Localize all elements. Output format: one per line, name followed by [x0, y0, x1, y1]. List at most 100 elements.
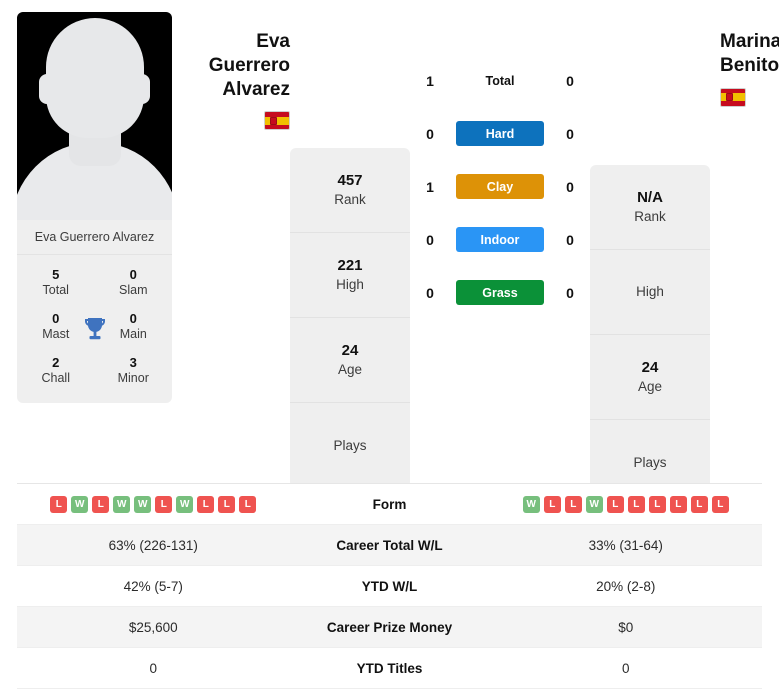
spain-flag-icon — [264, 111, 290, 131]
player-name-line-1: Eva Guerrero — [208, 31, 290, 76]
surface-clay-badge[interactable]: Clay — [456, 174, 544, 199]
titles-grid-left: 5 Total 0 Slam 0 Mast 0 Main 2 Chall 3 M… — [17, 255, 172, 403]
ytd-titles-right: 0 — [621, 660, 630, 676]
form-badge-loss: L — [155, 495, 173, 513]
titles-minor-value: 3 — [129, 354, 137, 370]
surface-grass-badge[interactable]: Grass — [456, 280, 544, 305]
surface-hard-badge[interactable]: Hard — [456, 121, 544, 146]
flag-wrap-left — [172, 111, 290, 131]
form-badge-loss: L — [627, 495, 645, 513]
stat-high-left: 221 High — [290, 233, 410, 318]
stat-plays-label: Plays — [333, 437, 367, 453]
surface-hard-left-value: 0 — [426, 125, 434, 142]
stat-age-label: Age — [637, 378, 663, 394]
form-badge-win: W — [134, 495, 152, 513]
ytd-wl-left: 42% (5-7) — [123, 578, 183, 594]
titles-slam-left: 0 Slam — [95, 267, 173, 299]
surface-indoor-left-value: 0 — [426, 231, 434, 248]
form-badge-loss: L — [606, 495, 624, 513]
titles-minor-left: 3 Minor — [95, 355, 173, 387]
flag-band-top — [265, 112, 289, 117]
titles-row: 0 Mast 0 Main — [17, 305, 172, 349]
table-row: 63% (226-131) Career Total W/L 33% (31-6… — [17, 525, 762, 566]
stats-strip-right: N/A Rank High 24 Age Plays — [590, 165, 710, 505]
flag-band-bottom — [721, 101, 745, 106]
titles-chall-value: 2 — [52, 354, 60, 370]
career-total-wl-left: 63% (226-131) — [108, 537, 198, 553]
surface-hard-right-value: 0 — [566, 125, 574, 142]
form-badge-loss: L — [197, 495, 215, 513]
stat-rank-label: Rank — [334, 191, 366, 207]
titles-slam-label: Slam — [119, 283, 148, 298]
flag-crest — [270, 116, 277, 125]
row-label-form: Form — [372, 496, 407, 512]
table-row: 0 YTD Titles 0 — [17, 648, 762, 689]
player-name-block-right: Marina Benito — [710, 12, 779, 107]
player-card-name-left: Eva Guerrero Alvarez — [17, 220, 172, 255]
titles-total-left: 5 Total — [17, 267, 95, 299]
stat-plays-left: Plays — [290, 403, 410, 488]
stat-high-label: High — [336, 276, 364, 292]
stat-rank-value: 457 — [337, 172, 363, 190]
stat-age-right: 24 Age — [590, 335, 710, 420]
titles-chall-left: 2 Chall — [17, 355, 95, 387]
form-badge-loss: L — [218, 495, 236, 513]
form-badge-loss: L — [543, 495, 561, 513]
surface-clay-left-value: 1 — [426, 178, 434, 195]
surface-total-left-value: 1 — [426, 72, 434, 89]
player-name-left[interactable]: Eva Guerrero Alvarez — [172, 30, 290, 101]
surface-row-hard: 0 Hard 0 — [410, 121, 590, 146]
flag-band-bottom — [265, 125, 289, 130]
stat-high-right: High — [590, 250, 710, 335]
stat-rank-value: N/A — [637, 189, 663, 207]
form-badge-win: W — [113, 495, 131, 513]
row-label-ytd-titles: YTD Titles — [356, 660, 423, 676]
form-badge-loss: L — [711, 495, 729, 513]
stat-age-left: 24 Age — [290, 318, 410, 403]
surface-row-clay: 1 Clay 0 — [410, 174, 590, 199]
surface-row-total: 1 Total 0 — [410, 68, 590, 93]
form-badge-win: W — [585, 495, 603, 513]
career-total-wl-right: 33% (31-64) — [588, 537, 663, 553]
spain-flag-icon — [720, 87, 746, 107]
surface-indoor-right-value: 0 — [566, 231, 574, 248]
row-label-ytd-wl: YTD W/L — [361, 578, 418, 594]
stat-age-value: 24 — [341, 342, 359, 360]
player-name-right[interactable]: Marina Benito — [720, 30, 779, 78]
titles-row: 2 Chall 3 Minor — [17, 349, 172, 393]
titles-total-label: Total — [42, 283, 69, 298]
form-badge-loss: L — [50, 495, 68, 513]
ytd-wl-right: 20% (2-8) — [596, 578, 656, 594]
table-row: $25,600 Career Prize Money $0 — [17, 607, 762, 648]
form-badge-win: W — [176, 495, 194, 513]
stat-rank-label: Rank — [634, 208, 666, 224]
table-row: 42% (5-7) YTD W/L 20% (2-8) — [17, 566, 762, 607]
titles-minor-label: Minor — [117, 371, 149, 385]
career-prize-money-left: $25,600 — [128, 619, 178, 635]
player-card-left[interactable]: Eva Guerrero Alvarez 5 Total 0 Slam 0 Ma… — [17, 12, 172, 403]
player-comparison-page: Eva Guerrero Alvarez 5 Total 0 Slam 0 Ma… — [0, 0, 779, 699]
stat-age-value: 24 — [641, 359, 659, 377]
titles-total-value: 5 — [52, 267, 60, 282]
surface-indoor-badge[interactable]: Indoor — [456, 227, 544, 252]
surface-row-indoor: 0 Indoor 0 — [410, 227, 590, 252]
stat-age-label: Age — [337, 361, 363, 377]
form-badge-loss: L — [239, 495, 257, 513]
surface-total-right-value: 0 — [566, 72, 574, 89]
stats-strip-left: 457 Rank 221 High 24 Age Plays — [290, 148, 410, 488]
stat-rank-left: 457 Rank — [290, 148, 410, 233]
form-badge-win: W — [71, 495, 89, 513]
surface-breakdown: 1 Total 0 0 Hard 0 1 Clay 0 0 Indoor 0 0 — [410, 12, 590, 305]
career-prize-money-right: $0 — [618, 619, 634, 635]
row-label-career-total-wl: Career Total W/L — [336, 537, 443, 553]
titles-slam-value: 0 — [129, 267, 137, 282]
form-badge-win: W — [522, 495, 540, 513]
ytd-titles-left: 0 — [149, 660, 157, 676]
comparison-table: LWLWWLWLLL Form WLLWLLLLLL 63% (226-131)… — [17, 483, 762, 689]
table-row-form: LWLWWLWLLL Form WLLWLLLLLL — [17, 484, 762, 525]
form-badge-loss: L — [564, 495, 582, 513]
row-label-career-prize-money: Career Prize Money — [326, 619, 453, 635]
form-badge-loss: L — [92, 495, 110, 513]
surface-grass-right-value: 0 — [566, 284, 574, 301]
surface-total-badge: Total — [485, 73, 515, 88]
